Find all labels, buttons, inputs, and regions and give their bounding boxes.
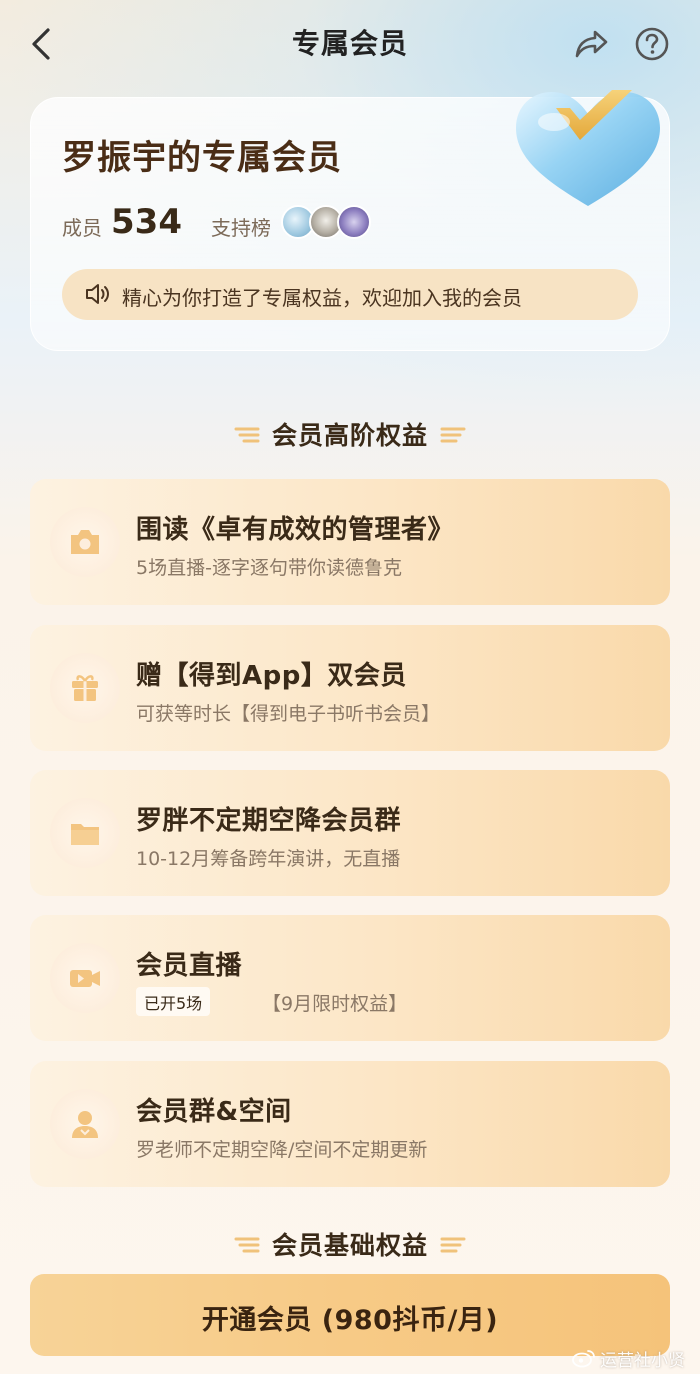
status-badge: 已开5场 xyxy=(136,987,211,1016)
benefit-subtitle: 10-12月筹备跨年演讲，无直播 xyxy=(136,848,401,870)
wing-left-icon xyxy=(234,427,260,443)
join-membership-label: 开通会员 (980抖币/月) xyxy=(201,1305,499,1336)
benefit-card-live[interactable]: 会员直播 已开5场 【9月限时权益】 xyxy=(30,915,670,1041)
gift-icon xyxy=(72,675,98,701)
benefit-card-reading[interactable]: 围读《卓有成效的管理者》 5场直播-逐字逐句带你读德鲁克 xyxy=(30,479,670,605)
section-header-advanced: 会员高阶权益 xyxy=(0,416,700,456)
benefit-card-group-space[interactable]: 会员群&空间 罗老师不定期空降/空间不定期更新 xyxy=(30,1061,670,1187)
benefit-subtitle: 罗老师不定期空降/空间不定期更新 xyxy=(136,1139,428,1161)
benefit-subtitle: 【9月限时权益】 xyxy=(262,993,408,1015)
benefit-card-dedao-app[interactable]: 赠【得到App】双会员 可获等时长【得到电子书听书会员】 xyxy=(30,625,670,751)
section-title: 会员基础权益 xyxy=(271,1231,428,1260)
support-leaderboard-label[interactable]: 支持榜 xyxy=(211,212,271,241)
weibo-icon xyxy=(572,1350,595,1368)
user-icon xyxy=(72,1111,98,1138)
section-header-basic: 会员基础权益 xyxy=(0,1226,700,1266)
section-title: 会员高阶权益 xyxy=(271,421,428,450)
benefit-title: 罗胖不定期空降会员群 xyxy=(136,806,402,836)
benefit-subtitle: 5场直播-逐字逐句带你读德鲁克 xyxy=(136,557,402,579)
benefit-icon-wrap xyxy=(50,653,120,723)
benefit-title: 会员直播 xyxy=(136,951,243,981)
members-count: 534 xyxy=(111,202,182,242)
watermark-text: 运营社小贤 xyxy=(600,1351,685,1371)
share-icon xyxy=(575,30,608,58)
avatar xyxy=(337,205,371,239)
notice-text: 精心为你打造了专属权益，欢迎加入我的会员 xyxy=(122,286,522,310)
creator-membership-title: 罗振宇的专属会员 xyxy=(62,138,342,178)
benefit-title: 会员群&空间 xyxy=(136,1097,292,1127)
nav-bar: 专属会员 xyxy=(0,0,700,88)
benefit-title: 围读《卓有成效的管理者》 xyxy=(136,515,455,545)
wing-right-icon xyxy=(440,1237,466,1253)
benefit-subtitle: 可获等时长【得到电子书听书会员】 xyxy=(136,703,441,725)
supporter-avatars[interactable] xyxy=(281,205,373,241)
members-label: 成员 xyxy=(62,216,102,240)
notice-banner: 精心为你打造了专属权益，欢迎加入我的会员 xyxy=(62,269,638,320)
benefit-card-member-group[interactable]: 罗胖不定期空降会员群 10-12月筹备跨年演讲，无直播 xyxy=(30,770,670,896)
heart-badge-icon xyxy=(508,82,668,212)
share-button[interactable] xyxy=(572,24,612,64)
camera-icon xyxy=(71,530,99,554)
help-icon xyxy=(635,27,669,61)
benefit-icon-wrap xyxy=(50,507,120,577)
join-membership-button[interactable]: 开通会员 (980抖币/月) xyxy=(30,1274,670,1356)
video-icon xyxy=(70,970,100,987)
speaker-icon xyxy=(86,284,109,304)
folder-icon xyxy=(71,824,99,845)
wing-right-icon xyxy=(440,427,466,443)
benefit-title: 赠【得到App】双会员 xyxy=(136,661,407,691)
benefit-icon-wrap xyxy=(50,1089,120,1159)
wing-left-icon xyxy=(234,1237,260,1253)
benefit-icon-wrap xyxy=(50,943,120,1013)
help-button[interactable] xyxy=(634,26,670,62)
benefit-icon-wrap xyxy=(50,798,120,868)
